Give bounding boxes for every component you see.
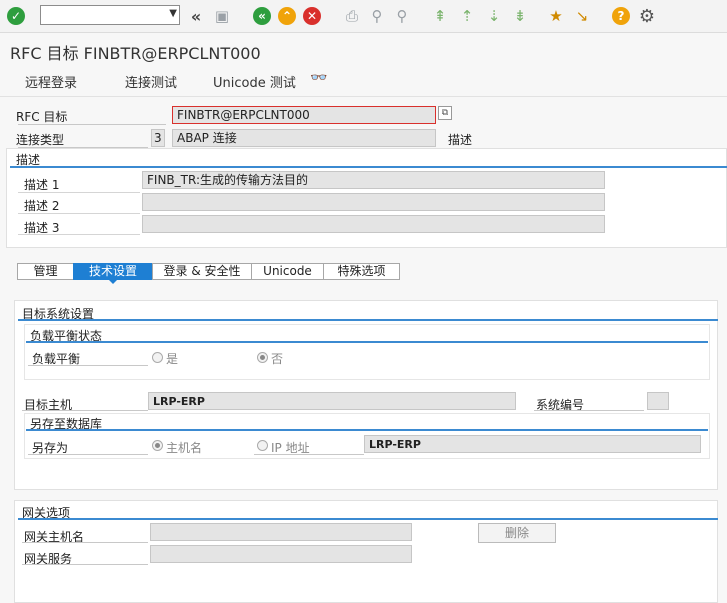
divider	[18, 124, 166, 125]
divider	[18, 234, 140, 235]
remote-login-button[interactable]: 远程登录	[25, 72, 77, 91]
divider	[534, 410, 644, 411]
description-1-field[interactable]: FINB_TR:生成的传输方法目的	[142, 171, 605, 189]
section-divider	[18, 518, 718, 520]
section-divider	[18, 319, 718, 321]
rfc-destination-field[interactable]: FINBTR@ERPCLNT000	[172, 106, 436, 124]
active-tab-pointer	[108, 279, 118, 284]
section-divider	[10, 166, 727, 168]
description-1-label: 描述 1	[24, 178, 60, 192]
glasses-icon[interactable]: 👓	[310, 70, 327, 86]
load-balance-yes-label: 是	[166, 352, 179, 366]
exit-icon[interactable]: ⌃	[277, 6, 297, 26]
tab-logon-security[interactable]: 登录 & 安全性	[152, 263, 252, 280]
divider	[22, 564, 148, 565]
tab-technical-settings[interactable]: 技术设置	[73, 263, 153, 280]
connection-type-label: 连接类型	[16, 133, 65, 147]
command-field[interactable]: ▼	[40, 5, 180, 25]
connection-test-button[interactable]: 连接测试	[125, 72, 177, 91]
load-balance-group	[24, 324, 710, 380]
description-2-field[interactable]	[142, 193, 605, 211]
gateway-service-field[interactable]	[150, 545, 412, 563]
description-short-label: 描述	[448, 133, 473, 147]
divider	[28, 454, 148, 455]
copy-icon[interactable]: ⧉	[438, 106, 452, 120]
divider	[28, 365, 148, 366]
help-icon[interactable]: ?	[611, 6, 631, 26]
settings-gear-icon[interactable]: ⚙	[637, 6, 657, 27]
first-page-icon[interactable]: ⇞	[430, 6, 450, 26]
load-balance-yes-radio[interactable]	[152, 352, 163, 363]
save-as-hostname-label: 主机名	[166, 441, 203, 455]
divider	[22, 542, 148, 543]
load-balance-no-label: 否	[271, 352, 284, 366]
rfc-destination-label: RFC 目标	[16, 110, 68, 124]
section-divider	[26, 341, 708, 343]
next-page-icon[interactable]: ⇣	[484, 6, 504, 26]
collapse-double-left-icon[interactable]: «	[186, 6, 206, 26]
cancel-icon[interactable]: ✕	[302, 6, 322, 26]
previous-page-icon[interactable]: ⇡	[457, 6, 477, 26]
back-icon[interactable]: «	[252, 6, 272, 26]
load-balance-no-radio[interactable]	[257, 352, 268, 363]
shortcut-icon[interactable]: ↘	[572, 6, 592, 26]
find-next-icon[interactable]: ⚲	[392, 6, 412, 26]
page-title: RFC 目标 FINBTR@ERPCLNT000	[10, 44, 261, 63]
divider	[22, 410, 148, 411]
tab-administration[interactable]: 管理	[17, 263, 74, 280]
system-number-field[interactable]	[647, 392, 669, 410]
save-as-value-field[interactable]: LRP-ERP	[364, 435, 701, 453]
chevron-down-icon[interactable]: ▼	[169, 8, 177, 19]
unicode-test-button[interactable]: Unicode 测试	[213, 72, 296, 91]
target-host-field[interactable]: LRP-ERP	[148, 392, 516, 410]
create-session-icon[interactable]: ★	[546, 6, 566, 26]
system-toolbar: ✓ ▼ « ▣ « ⌃ ✕ ⎙ ⚲ ⚲ ⇞ ⇡ ⇣ ⇟ ★ ↘ ? ⚙	[0, 0, 727, 33]
print-icon[interactable]: ⎙	[342, 6, 362, 26]
connection-type-text-field: ABAP 连接	[172, 129, 436, 147]
save-icon[interactable]: ▣	[212, 6, 232, 26]
last-page-icon[interactable]: ⇟	[510, 6, 530, 26]
save-as-ip-radio[interactable]	[257, 440, 268, 451]
application-toolbar: 远程登录 连接测试 Unicode 测试 👓	[0, 64, 727, 97]
tab-unicode[interactable]: Unicode	[251, 263, 324, 280]
description-2-label: 描述 2	[24, 199, 60, 213]
tab-special-options[interactable]: 特殊选项	[323, 263, 400, 280]
section-divider	[26, 429, 708, 431]
divider	[18, 213, 140, 214]
divider	[254, 454, 364, 455]
connection-type-code-field[interactable]: 3	[151, 129, 165, 147]
delete-button[interactable]: 删除	[478, 523, 556, 543]
divider	[18, 192, 140, 193]
gateway-host-field[interactable]	[150, 523, 412, 541]
enter-check-icon[interactable]: ✓	[6, 6, 26, 26]
find-icon[interactable]: ⚲	[367, 6, 387, 26]
save-as-hostname-radio[interactable]	[152, 440, 163, 451]
description-3-field[interactable]	[142, 215, 605, 233]
